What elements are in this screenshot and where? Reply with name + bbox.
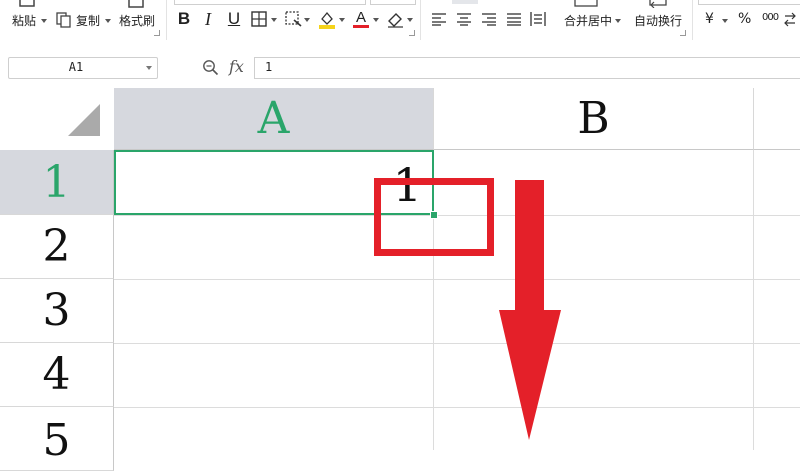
- fill-handle-highlight-box: [374, 178, 494, 256]
- copy-button[interactable]: 复制: [76, 14, 100, 28]
- clear-format-dropdown-icon[interactable]: [407, 18, 413, 22]
- cell-style-icon[interactable]: [285, 11, 303, 27]
- ribbon-separator: [692, 0, 693, 40]
- font-group-launcher-icon[interactable]: [409, 30, 415, 36]
- row-header-2-label: 2: [42, 221, 71, 272]
- borders-icon[interactable]: [251, 11, 267, 27]
- number-format-box[interactable]: [698, 0, 800, 5]
- cell-style-dropdown-icon[interactable]: [304, 18, 310, 22]
- format-painter-icon[interactable]: [126, 0, 148, 10]
- ribbon-separator: [420, 0, 421, 40]
- name-box-dropdown-icon[interactable]: [146, 66, 152, 70]
- bold-icon: B: [177, 9, 191, 28]
- font-color-button[interactable]: A: [352, 8, 370, 30]
- paste-dropdown-icon[interactable]: [41, 19, 47, 23]
- select-all-triangle-icon[interactable]: [68, 104, 100, 136]
- row-header-5[interactable]: 5: [0, 407, 114, 471]
- font-color-icon: A: [355, 9, 366, 26]
- gridline: [114, 343, 800, 344]
- gridline: [753, 150, 754, 450]
- font-size-box[interactable]: [370, 0, 416, 5]
- italic-button[interactable]: I: [198, 8, 218, 30]
- row-header-1-label: 1: [42, 156, 71, 208]
- justify-icon[interactable]: [506, 12, 522, 26]
- formula-input[interactable]: 1: [254, 57, 800, 79]
- column-header-b[interactable]: B: [434, 88, 754, 150]
- copy-icon[interactable]: [56, 12, 72, 28]
- percent-button[interactable]: %: [738, 12, 751, 26]
- underline-button[interactable]: U: [223, 8, 245, 30]
- toolbar-ribbon: 粘贴 复制 格式刷 B I U A 合并居中 自动换行 ¥ % 000: [0, 0, 800, 43]
- currency-button[interactable]: ¥: [705, 12, 714, 26]
- row-header-3-label: 3: [42, 285, 71, 336]
- decimal-arrow-icon[interactable]: [783, 12, 799, 28]
- clipboard-group-launcher-icon[interactable]: [154, 30, 160, 36]
- distributed-align-icon[interactable]: [530, 11, 546, 27]
- font-color-swatch: [353, 25, 369, 28]
- merge-center-dropdown-icon[interactable]: [615, 19, 621, 23]
- insert-function-button[interactable]: fx: [229, 57, 244, 76]
- row-header-5-label: 5: [42, 415, 71, 466]
- row-header-1[interactable]: 1: [0, 150, 114, 215]
- row-header-4[interactable]: 4: [0, 343, 114, 407]
- font-name-box[interactable]: [174, 0, 366, 5]
- align-left-icon[interactable]: [431, 12, 447, 26]
- column-header-a[interactable]: A: [114, 88, 434, 150]
- paste-button[interactable]: 粘贴: [12, 14, 36, 28]
- row-header-2[interactable]: 2: [0, 215, 114, 279]
- clear-format-icon[interactable]: [386, 10, 404, 28]
- merge-center-icon[interactable]: [573, 0, 599, 8]
- underline-icon: U: [227, 9, 241, 28]
- align-right-icon[interactable]: [481, 12, 497, 26]
- fill-color-dropdown-icon[interactable]: [339, 18, 345, 22]
- currency-dropdown-icon[interactable]: [722, 19, 728, 23]
- thousands-separator-button[interactable]: 000: [762, 11, 779, 25]
- format-painter-button[interactable]: 格式刷: [119, 14, 155, 28]
- name-box-value: A1: [68, 60, 84, 74]
- merge-center-button[interactable]: 合并居中: [564, 14, 612, 28]
- align-top-strip[interactable]: [452, 0, 478, 4]
- italic-icon: I: [205, 8, 211, 29]
- font-color-dropdown-icon[interactable]: [373, 18, 379, 22]
- paste-icon[interactable]: [18, 0, 38, 8]
- column-header-a-label: A: [257, 93, 290, 144]
- bold-button[interactable]: B: [174, 8, 194, 30]
- zoom-search-icon[interactable]: [202, 59, 219, 76]
- alignment-group-launcher-icon[interactable]: [680, 30, 686, 36]
- wrap-text-button[interactable]: 自动换行: [634, 14, 682, 28]
- column-header-b-label: B: [577, 93, 610, 144]
- drag-down-arrow-icon: [499, 180, 561, 440]
- column-header-c[interactable]: [754, 88, 800, 150]
- ribbon-separator: [166, 0, 167, 40]
- formula-input-value: 1: [265, 60, 273, 74]
- gridline: [114, 407, 800, 408]
- copy-dropdown-icon[interactable]: [105, 19, 111, 23]
- row-header-4-label: 4: [42, 349, 71, 400]
- fill-color-icon[interactable]: [318, 10, 336, 30]
- name-box[interactable]: A1: [8, 57, 158, 79]
- borders-dropdown-icon[interactable]: [271, 18, 277, 22]
- align-center-icon[interactable]: [456, 12, 472, 26]
- gridline: [114, 279, 800, 280]
- wrap-text-icon[interactable]: [646, 0, 672, 8]
- row-header-3[interactable]: 3: [0, 279, 114, 343]
